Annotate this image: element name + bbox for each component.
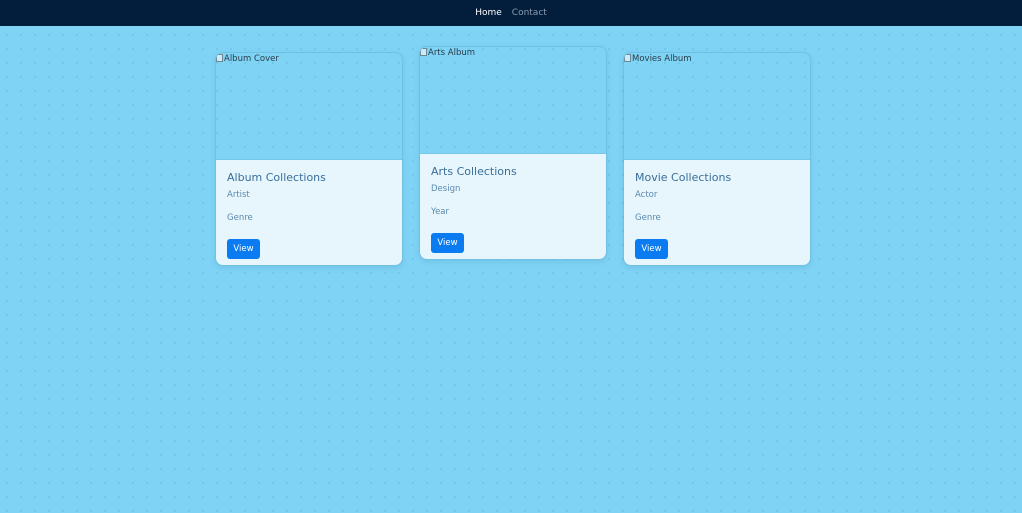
movies-album-image: Movies Album [624,53,810,160]
navbar: Home Contact [0,0,1022,26]
card-body: Movie Collections Actor Genre View [624,160,810,265]
card-text-year: Year [431,207,449,217]
view-button[interactable]: View [635,239,668,259]
view-button[interactable]: View [227,239,260,259]
broken-image-icon [420,48,427,56]
card-text-actor: Actor [635,190,658,200]
broken-image-icon [624,54,631,62]
image-alt-text: Arts Album [420,48,475,58]
nav-home-link[interactable]: Home [475,8,502,18]
album-cover-image: Album Cover [216,53,402,160]
movie-card: Movies Album Movie Collections Actor Gen… [623,52,811,266]
image-alt-label: Album Cover [224,54,279,64]
arts-album-image: Arts Album [420,47,606,154]
card-text-genre: Genre [227,213,253,223]
view-button[interactable]: View [431,233,464,253]
image-alt-label: Movies Album [632,54,692,64]
nav-contact-link[interactable]: Contact [512,8,547,18]
card-text-genre: Genre [635,213,661,223]
card-body: Arts Collections Design Year View [420,154,606,259]
card-title: Album Collections [227,171,326,184]
album-card: Album Cover Album Collections Artist Gen… [215,52,403,266]
card-text-design: Design [431,184,461,194]
image-alt-text: Movies Album [624,54,692,64]
card-title: Arts Collections [431,165,517,178]
card-body: Album Collections Artist Genre View [216,160,402,265]
broken-image-icon [216,54,223,62]
card-title: Movie Collections [635,171,732,184]
image-alt-label: Arts Album [428,48,476,58]
image-alt-text: Album Cover [216,54,279,64]
card-text-artist: Artist [227,190,250,200]
arts-card: Arts Album Arts Collections Design Year … [419,46,607,260]
